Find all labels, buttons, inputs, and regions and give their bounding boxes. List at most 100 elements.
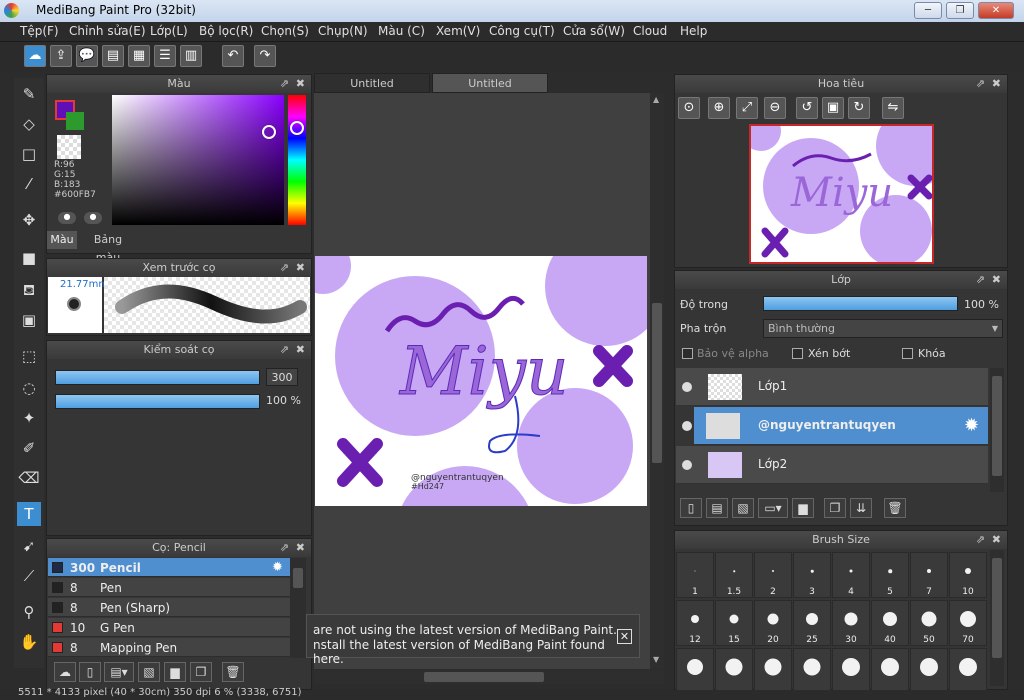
layer-opacity-slider[interactable]: [763, 296, 958, 311]
brush-size-cell[interactable]: 2: [754, 552, 792, 598]
brush-size-cell[interactable]: [676, 648, 714, 694]
layer-folder-icon[interactable]: ▆: [792, 498, 814, 518]
dot-brush-tool-icon[interactable]: ⁄: [17, 172, 41, 196]
artwork-canvas[interactable]: Miyu @nguyentrantuqyen #Hd247: [315, 256, 647, 506]
flip-icon[interactable]: ⇋: [882, 97, 904, 119]
new-layer-1bit-icon[interactable]: ▧: [732, 498, 754, 518]
fill-rect-tool-icon[interactable]: ■: [17, 246, 41, 270]
brush-size-cell[interactable]: [793, 648, 831, 694]
menu-layer[interactable]: Lớp(L): [150, 24, 188, 38]
undock-icon[interactable]: ⇗: [280, 259, 289, 277]
panel-close-icon[interactable]: ✖: [296, 341, 305, 359]
clipping-checkbox[interactable]: [792, 348, 803, 359]
menu-help[interactable]: Help: [680, 24, 707, 38]
rotate-left-icon[interactable]: ↺: [796, 97, 818, 119]
sv-cursor[interactable]: [262, 125, 276, 139]
menu-filter[interactable]: Bộ lọc(R): [199, 24, 253, 38]
brush-size-cell[interactable]: 15: [715, 600, 753, 646]
brush-row-selected[interactable]: 300 Pencil ✹: [48, 558, 290, 577]
brush-size-cell[interactable]: 40: [871, 600, 909, 646]
transparent-swatch[interactable]: [57, 135, 81, 159]
saturation-value-picker[interactable]: [112, 95, 284, 225]
comment-icon[interactable]: 💬: [76, 45, 98, 67]
menu-select[interactable]: Chọn(S): [261, 24, 309, 38]
upload-icon[interactable]: ⇪: [50, 45, 72, 67]
color-option-icon[interactable]: ●: [58, 212, 76, 224]
brush-size-cell[interactable]: [715, 648, 753, 694]
brush-row[interactable]: 8 Pen (Sharp): [48, 598, 290, 617]
brush-row[interactable]: 8 Pen: [48, 578, 290, 597]
brush-size-cell[interactable]: 50: [910, 600, 948, 646]
brush-list-scrollbar[interactable]: [290, 558, 306, 658]
grid-icon[interactable]: ▥: [180, 45, 202, 67]
zoom-actual-icon[interactable]: ⊙: [678, 97, 700, 119]
new-layer-8bit-icon[interactable]: ▤: [706, 498, 728, 518]
visibility-eye-icon[interactable]: [682, 382, 692, 392]
undock-icon[interactable]: ⇗: [976, 75, 985, 93]
layer-row[interactable]: Lớp2: [676, 446, 988, 484]
scroll-down-icon[interactable]: ▼: [653, 655, 659, 664]
document-icon[interactable]: ▦: [128, 45, 150, 67]
text-tool-icon[interactable]: T: [17, 502, 41, 526]
menu-cloud[interactable]: Cloud: [633, 24, 667, 38]
brush-size-scrollbar[interactable]: [990, 550, 1004, 686]
brush-size-cell[interactable]: [949, 648, 987, 694]
update-notice[interactable]: are not using the latest version of Medi…: [306, 614, 640, 666]
cloud-brush-icon[interactable]: ☁: [54, 662, 76, 682]
new-brush-icon[interactable]: ▯: [79, 662, 101, 682]
brush-size-cell[interactable]: 7: [910, 552, 948, 598]
undock-icon[interactable]: ⇗: [280, 75, 289, 93]
brush-size-cell[interactable]: 4: [832, 552, 870, 598]
brush-opacity-slider[interactable]: [55, 394, 260, 409]
menu-window[interactable]: Cửa sổ(W): [563, 24, 625, 38]
undock-icon[interactable]: ⇗: [976, 271, 985, 289]
brush-size-cell[interactable]: [754, 648, 792, 694]
layer-scrollbar[interactable]: [990, 368, 1004, 492]
lock-checkbox[interactable]: [902, 348, 913, 359]
move-tool-icon[interactable]: ✥: [17, 208, 41, 232]
redo-icon[interactable]: ↷: [254, 45, 276, 67]
layer-row[interactable]: Lớp1: [676, 368, 988, 406]
reset-rotation-icon[interactable]: ▣: [822, 97, 844, 119]
panel-close-icon[interactable]: ✖: [992, 271, 1001, 289]
hue-slider[interactable]: [288, 95, 306, 225]
minimize-button[interactable]: ─: [914, 2, 942, 19]
add-brush-dropdown-icon[interactable]: ▤▾: [104, 662, 134, 682]
panel-close-icon[interactable]: ✖: [296, 539, 305, 557]
menu-tools[interactable]: Công cụ(T): [489, 24, 555, 38]
tab-color[interactable]: Màu: [47, 231, 77, 249]
menu-edit[interactable]: Chỉnh sửa(E): [69, 24, 146, 38]
select-tool-icon[interactable]: ⬚: [17, 344, 41, 368]
gradient-tool-icon[interactable]: ▣: [17, 308, 41, 332]
eraser-tool-icon[interactable]: ◇: [17, 112, 41, 136]
delete-brush-icon[interactable]: 🗑: [222, 662, 244, 682]
eyedropper-tool-icon[interactable]: ⚲: [17, 600, 41, 624]
brush-size-cell[interactable]: 1.5: [715, 552, 753, 598]
undock-icon[interactable]: ⇗: [280, 341, 289, 359]
brush-folder-icon[interactable]: ▆: [164, 662, 186, 682]
brush-size-cell[interactable]: [832, 648, 870, 694]
brush-size-cell[interactable]: 1: [676, 552, 714, 598]
brush-size-cell[interactable]: 25: [793, 600, 831, 646]
duplicate-brush-icon[interactable]: ❐: [190, 662, 212, 682]
fit-icon[interactable]: ⤢: [736, 97, 758, 119]
brush-row[interactable]: 10 G Pen: [48, 618, 290, 637]
duplicate-layer-icon[interactable]: ❐: [824, 498, 846, 518]
menu-file[interactable]: Tệp(F): [20, 24, 59, 38]
tab-untitled-2[interactable]: Untitled: [432, 73, 548, 93]
tab-palette[interactable]: Bảng màu: [80, 231, 136, 264]
operation-tool-icon[interactable]: ➹: [17, 534, 41, 558]
undock-icon[interactable]: ⇗: [280, 539, 289, 557]
layer-row-selected[interactable]: @nguyentrantuqyen ✹: [694, 407, 988, 445]
add-layer-dropdown-icon[interactable]: ▭▾: [758, 498, 788, 518]
canvas-horizontal-scrollbar[interactable]: [314, 670, 664, 684]
new-layer-icon[interactable]: ▯: [680, 498, 702, 518]
undock-icon[interactable]: ⇗: [976, 531, 985, 549]
zoom-in-icon[interactable]: ⊕: [708, 97, 730, 119]
brush-settings-icon[interactable]: ▧: [138, 662, 160, 682]
cloud-icon[interactable]: ☁: [24, 45, 46, 67]
menu-view[interactable]: Xem(V): [436, 24, 480, 38]
hand-tool-icon[interactable]: ✋: [17, 630, 41, 654]
brush-size-cell[interactable]: 70: [949, 600, 987, 646]
scroll-up-icon[interactable]: ▲: [653, 95, 659, 104]
